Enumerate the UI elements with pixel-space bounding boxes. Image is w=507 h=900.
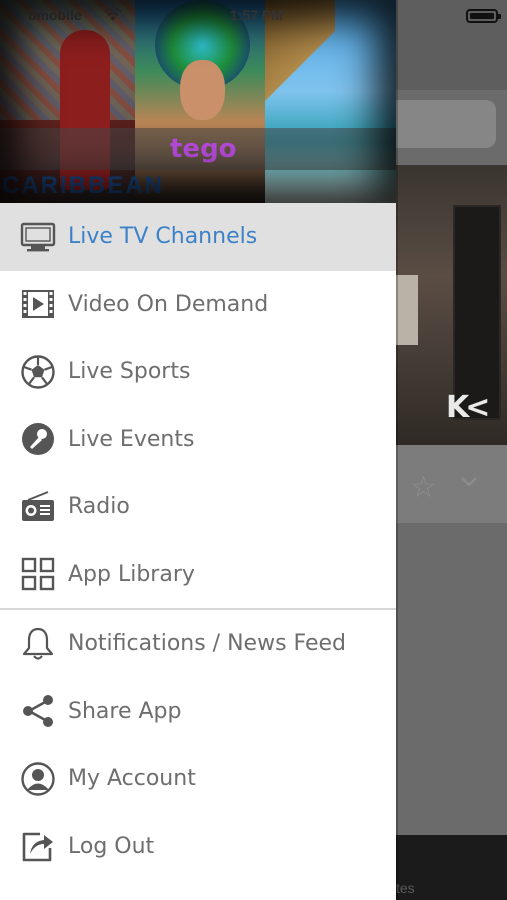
drawer-menu: Live TV Channels Video On Demand Live Sp… — [0, 203, 396, 880]
menu-item-label: Live TV Channels — [68, 224, 258, 250]
drawer-edge — [396, 0, 398, 900]
bell-icon — [20, 626, 56, 662]
menu-item-live-events[interactable]: Live Events — [0, 406, 396, 474]
chevron-down-icon — [461, 477, 477, 487]
grid-icon — [20, 556, 56, 592]
drawer-header-image: tego CARIBBEAN — [0, 0, 396, 203]
share-icon — [20, 693, 56, 729]
menu-item-label: My Account — [68, 766, 196, 792]
menu-item-label: Log Out — [68, 833, 155, 859]
menu-item-label: Notifications / News Feed — [68, 631, 347, 657]
menu-item-label: Live Events — [68, 426, 195, 452]
soccer-ball-icon — [20, 354, 56, 390]
menu-item-label: Share App — [68, 698, 182, 724]
film-icon — [20, 286, 56, 322]
menu-item-label: Live Sports — [68, 359, 191, 385]
background-tab-label: tes — [396, 880, 415, 896]
background-window — [396, 275, 418, 345]
menu-item-radio[interactable]: Radio — [0, 473, 396, 541]
favorite-star-icon: ☆ — [410, 471, 437, 504]
menu-item-app-library[interactable]: App Library — [0, 541, 396, 609]
microphone-icon — [20, 421, 56, 457]
menu-item-label: Video On Demand — [68, 291, 269, 317]
user-icon — [20, 761, 56, 797]
menu-item-notifications[interactable]: Notifications / News Feed — [0, 610, 396, 678]
menu-item-live-sports[interactable]: Live Sports — [0, 338, 396, 406]
tv-icon — [20, 219, 56, 255]
background-video-thumbnail: K< — [396, 165, 507, 445]
navigation-drawer: tego CARIBBEAN Live TV Channels Video On… — [0, 0, 396, 900]
wifi-icon — [104, 7, 122, 21]
menu-item-log-out[interactable]: Log Out — [0, 813, 396, 881]
menu-item-share-app[interactable]: Share App — [0, 678, 396, 746]
menu-item-live-tv-channels[interactable]: Live TV Channels — [0, 203, 396, 271]
carrier-name: bmobile — [28, 7, 82, 23]
menu-item-my-account[interactable]: My Account — [0, 745, 396, 813]
background-door — [453, 205, 501, 420]
background-channel-logo: K< — [446, 390, 490, 425]
radio-icon — [20, 489, 56, 525]
battery-icon — [466, 9, 501, 23]
status-time: 1:57 PM — [230, 7, 283, 23]
status-bar: bmobile 1:57 PM — [0, 0, 507, 30]
menu-item-label: Radio — [68, 494, 130, 520]
menu-item-label: App Library — [68, 561, 195, 587]
logout-icon — [20, 828, 56, 864]
menu-item-video-on-demand[interactable]: Video On Demand — [0, 271, 396, 339]
